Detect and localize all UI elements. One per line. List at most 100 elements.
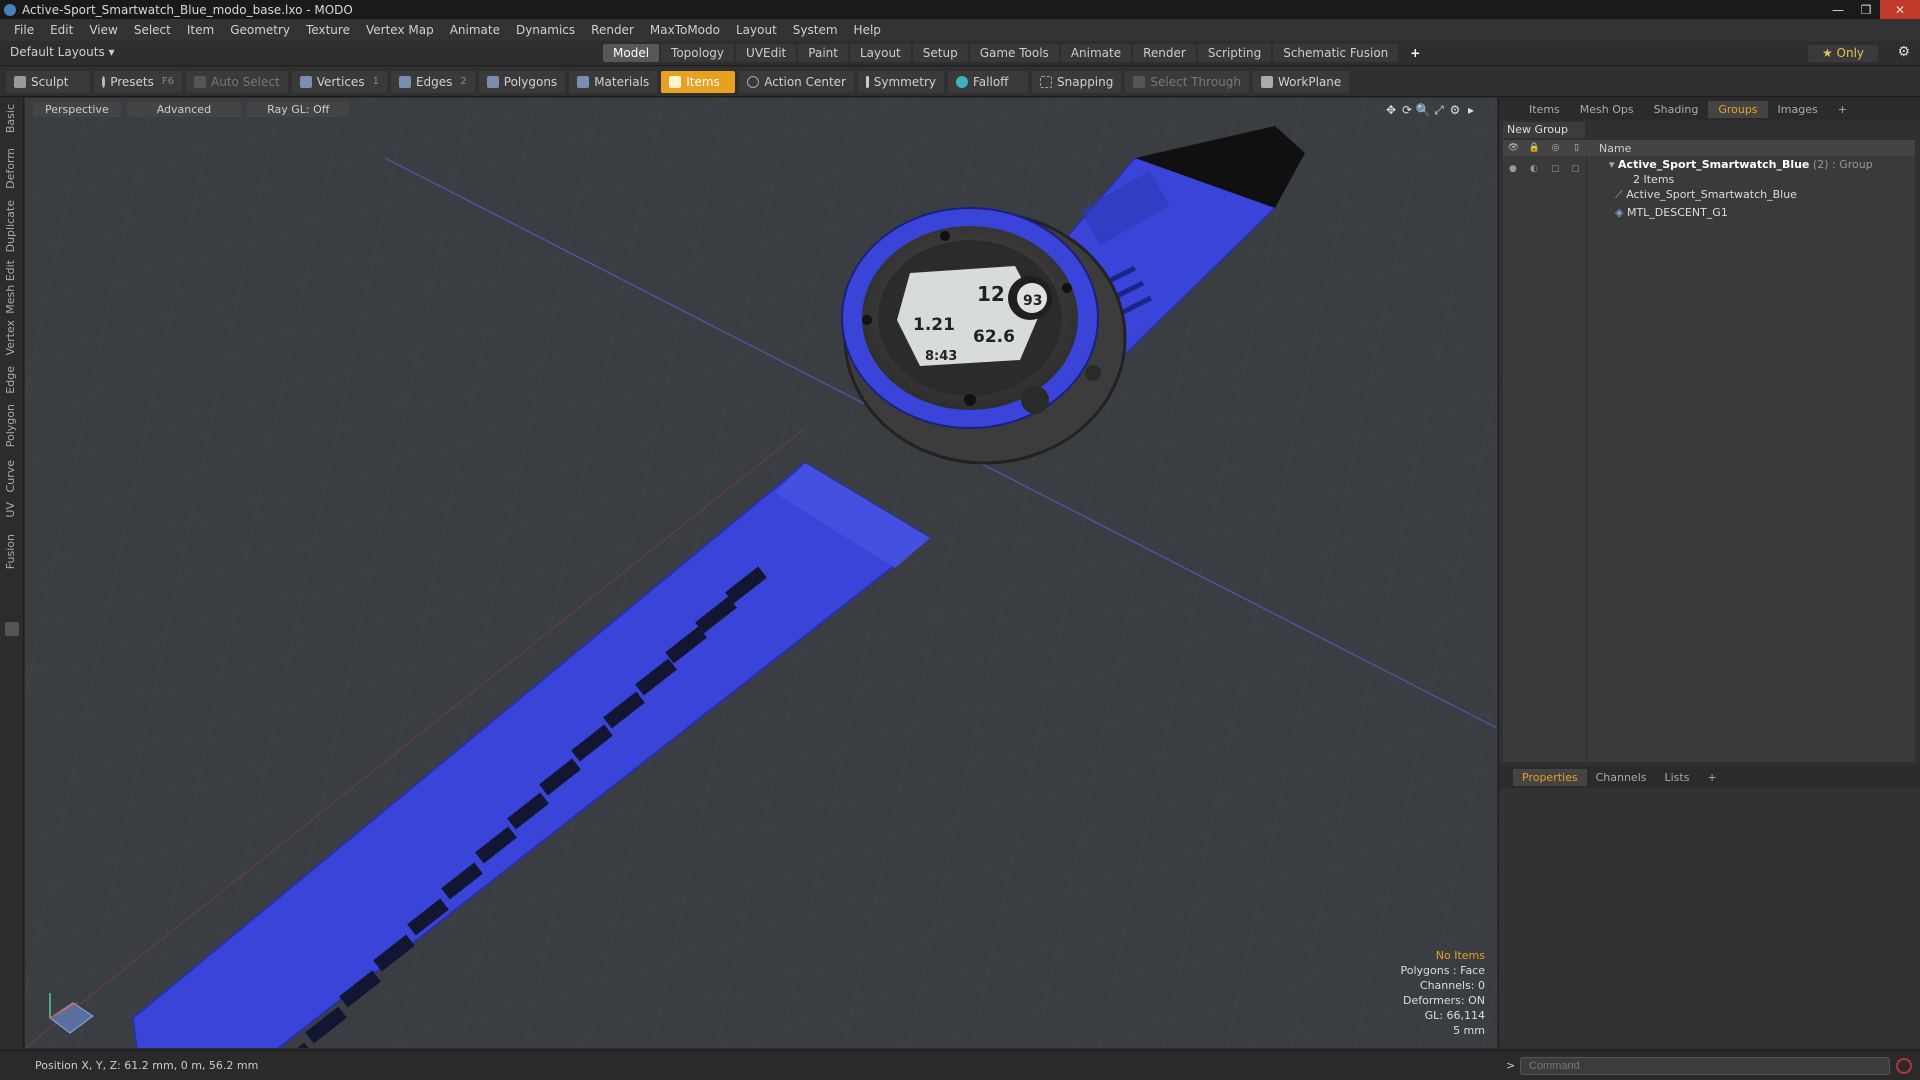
tab-game-tools[interactable]: Game Tools <box>969 44 1059 62</box>
menu-system[interactable]: System <box>785 23 846 37</box>
tab-schematic-fusion[interactable]: Schematic Fusion <box>1273 44 1399 62</box>
raygl-button[interactable]: Ray GL: Off <box>247 102 350 117</box>
tab-mesh-ops[interactable]: Mesh Ops <box>1570 101 1644 118</box>
group-expand-icon[interactable]: ▾ <box>1609 158 1618 171</box>
only-button[interactable]: ★ Only <box>1808 45 1878 62</box>
tab-model[interactable]: Model <box>603 44 660 62</box>
edges-count: 2 <box>460 76 467 87</box>
tab-uv[interactable]: UV <box>4 502 17 518</box>
viewport-more-icon[interactable]: ▸ <box>1463 103 1479 118</box>
presets-label: Presets <box>110 74 154 89</box>
tab-animate[interactable]: Animate <box>1060 44 1132 62</box>
tab-curve[interactable]: Curve <box>4 460 17 492</box>
rotate-icon[interactable]: ⟳ <box>1399 103 1415 118</box>
menu-layout[interactable]: Layout <box>728 23 785 37</box>
sculpt-button[interactable]: Sculpt <box>6 70 90 93</box>
menu-file[interactable]: File <box>6 23 42 37</box>
tab-render[interactable]: Render <box>1133 44 1196 62</box>
tab-shading[interactable]: Shading <box>1644 101 1709 118</box>
tab-images[interactable]: Images <box>1768 101 1828 118</box>
title-bar: Active-Sport_Smartwatch_Blue_modo_base.l… <box>0 0 1920 19</box>
zoom-icon[interactable]: 🔍 <box>1415 103 1431 118</box>
gear-icon[interactable]: ⚙ <box>1897 44 1910 60</box>
tab-items[interactable]: Items <box>1519 101 1570 118</box>
tab-deform[interactable]: Deform <box>4 148 17 189</box>
add-panel-tab-button[interactable]: + <box>1828 101 1857 118</box>
menu-select[interactable]: Select <box>126 23 179 37</box>
menu-render[interactable]: Render <box>583 23 642 37</box>
menu-dynamics[interactable]: Dynamics <box>508 23 583 37</box>
mode-tabs: Model Topology UVEdit Paint Layout Setup… <box>603 44 1432 62</box>
tab-properties[interactable]: Properties <box>1513 768 1587 786</box>
workplane-button[interactable]: WorkPlane <box>1252 70 1350 93</box>
auto-select-button[interactable]: Auto Select <box>186 70 288 93</box>
eye-icon[interactable]: 👁 <box>1503 143 1524 153</box>
row-eye-icon[interactable]: ● <box>1509 164 1517 174</box>
menu-texture[interactable]: Texture <box>298 23 358 37</box>
panel-toggle-icon[interactable] <box>5 622 19 636</box>
tab-mesh-edit[interactable]: Mesh Edit <box>4 260 17 314</box>
falloff-button[interactable]: Falloff <box>948 70 1028 93</box>
record-icon[interactable] <box>1896 1058 1912 1074</box>
row-select-icon[interactable]: ▢ <box>1571 164 1580 174</box>
tab-duplicate[interactable]: Duplicate <box>4 200 17 252</box>
tab-vertex[interactable]: Vertex <box>4 320 17 355</box>
menu-edit[interactable]: Edit <box>42 23 81 37</box>
edges-button[interactable]: Edges 2 <box>390 70 475 93</box>
selection-info: No Items <box>1435 949 1485 962</box>
menu-maxtomodo[interactable]: MaxToModo <box>642 23 728 37</box>
tree-row-group[interactable]: ▾ Active_Sport_Smartwatch_Blue (2) : Gro… <box>1609 158 1873 171</box>
menu-item[interactable]: Item <box>179 23 222 37</box>
new-group-button[interactable]: New Group <box>1503 122 1585 138</box>
lock-icon[interactable]: 🔒 <box>1524 143 1545 153</box>
menu-geometry[interactable]: Geometry <box>222 23 298 37</box>
tree-row-material[interactable]: ◈ MTL_DESCENT_G1 <box>1615 206 1728 219</box>
menu-help[interactable]: Help <box>846 23 889 37</box>
3d-viewport[interactable]: Perspective Advanced Ray GL: Off ✥ ⟳ 🔍 ⤢… <box>25 98 1497 1048</box>
tab-uvedit[interactable]: UVEdit <box>736 44 797 62</box>
snapping-button[interactable]: Snapping <box>1032 70 1122 93</box>
tab-fusion[interactable]: Fusion <box>4 534 17 569</box>
tree-row-mesh[interactable]: ⟋ Active_Sport_Smartwatch_Blue <box>1615 188 1797 202</box>
view-mode-button[interactable]: Perspective <box>33 102 121 117</box>
materials-button[interactable]: Materials <box>569 70 658 93</box>
command-input[interactable] <box>1520 1057 1890 1075</box>
tab-basic[interactable]: Basic <box>4 104 17 133</box>
select-through-button[interactable]: Select Through <box>1125 70 1249 93</box>
tab-layout[interactable]: Layout <box>849 44 911 62</box>
items-button[interactable]: Items <box>661 70 736 93</box>
viewport-settings-icon[interactable]: ⚙ <box>1447 103 1463 118</box>
layout-select[interactable]: Default Layouts ▾ <box>10 45 115 59</box>
action-center-button[interactable]: Action Center <box>739 70 854 93</box>
render-icon[interactable]: ◎ <box>1545 143 1566 153</box>
menu-vertex-map[interactable]: Vertex Map <box>358 23 442 37</box>
tab-setup[interactable]: Setup <box>912 44 968 62</box>
symmetry-button[interactable]: Symmetry <box>858 70 944 93</box>
select-icon[interactable]: ▯ <box>1566 143 1587 153</box>
add-tab-button[interactable]: + <box>1400 44 1430 62</box>
menu-view[interactable]: View <box>81 23 125 37</box>
tab-scripting[interactable]: Scripting <box>1197 44 1272 62</box>
polygons-button[interactable]: Polygons <box>478 70 566 93</box>
row-lock-icon[interactable]: ◐ <box>1530 164 1538 174</box>
tab-paint[interactable]: Paint <box>798 44 848 62</box>
menu-animate[interactable]: Animate <box>442 23 508 37</box>
add-properties-tab-button[interactable]: + <box>1698 769 1725 786</box>
pan-icon[interactable]: ✥ <box>1383 103 1399 118</box>
close-button[interactable]: ✕ <box>1880 0 1920 19</box>
maximize-view-icon[interactable]: ⤢ <box>1431 103 1447 118</box>
tab-edge[interactable]: Edge <box>4 366 17 394</box>
tab-channels[interactable]: Channels <box>1587 769 1656 786</box>
tab-groups[interactable]: Groups <box>1708 100 1768 118</box>
maximize-button[interactable]: ❐ <box>1852 0 1880 19</box>
minimize-button[interactable]: — <box>1824 0 1852 19</box>
row-render-icon[interactable]: ▢ <box>1551 164 1560 174</box>
shading-mode-button[interactable]: Advanced <box>126 102 242 117</box>
tab-lists[interactable]: Lists <box>1656 769 1699 786</box>
groups-tree: 👁 🔒 ◎ ▯ Name ● ◐ ▢ ▢ ▾ Active_Sport_Smar… <box>1503 140 1915 762</box>
tab-topology[interactable]: Topology <box>661 44 735 62</box>
tab-polygon[interactable]: Polygon <box>4 404 17 447</box>
crosshair-icon <box>747 75 760 88</box>
presets-button[interactable]: Presets F6 <box>94 70 182 93</box>
vertices-button[interactable]: Vertices 1 <box>291 70 387 93</box>
